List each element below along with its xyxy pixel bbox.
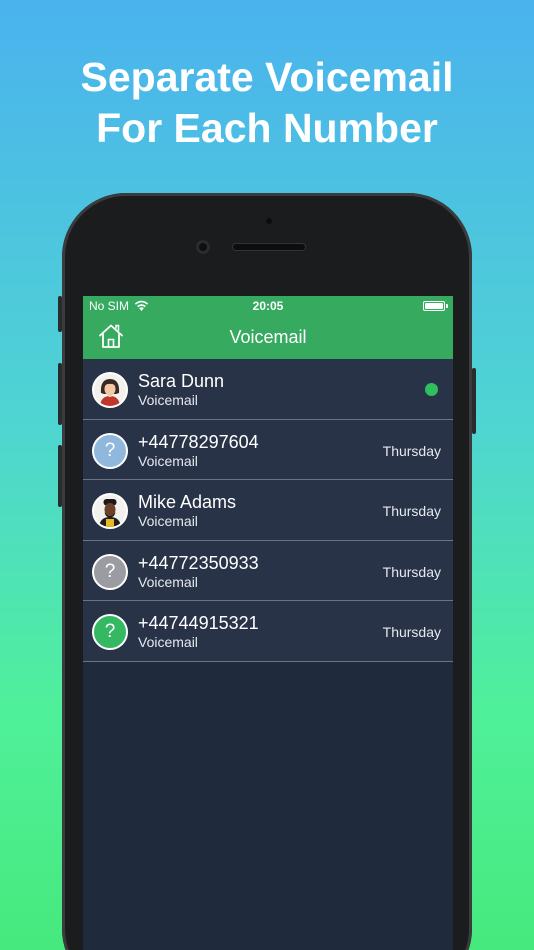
headline-line-1: Separate Voicemail bbox=[80, 54, 454, 100]
front-camera bbox=[196, 240, 210, 254]
voicemail-subtitle: Voicemail bbox=[138, 452, 198, 469]
caller-name: Mike Adams bbox=[138, 492, 237, 512]
voicemail-subtitle: Voicemail bbox=[138, 513, 198, 529]
man-avatar bbox=[92, 493, 128, 529]
volume-down-button bbox=[58, 445, 62, 507]
battery-icon bbox=[423, 301, 448, 311]
unknown-caller-icon: ? bbox=[92, 553, 128, 590]
caller-name: Sara Dunn bbox=[138, 371, 225, 391]
voicemail-time: Thursday bbox=[382, 563, 441, 580]
voicemail-time: Thursday bbox=[382, 503, 441, 519]
proximity-sensor bbox=[266, 218, 272, 224]
voicemail-row[interactable]: Sara Dunn Voicemail bbox=[83, 359, 453, 420]
mute-switch bbox=[58, 296, 62, 332]
caller-number: +44778297604 bbox=[138, 431, 259, 452]
promo-headline: Separate Voicemail For Each Number bbox=[0, 52, 534, 154]
voicemail-row[interactable]: ? +44744915321 Voicemail Thursday bbox=[83, 601, 453, 662]
unknown-caller-icon: ? bbox=[92, 614, 128, 650]
voicemail-subtitle: Voicemail bbox=[138, 573, 198, 590]
earpiece-speaker bbox=[233, 244, 305, 250]
status-time: 20:05 bbox=[252, 299, 284, 313]
caller-number: +44772350933 bbox=[138, 552, 259, 573]
voicemail-time: Thursday bbox=[382, 442, 441, 459]
nav-bar: Voicemail bbox=[83, 316, 453, 359]
volume-up-button bbox=[58, 363, 62, 425]
voicemail-row[interactable]: Mike Adams Voicemail Thursday bbox=[83, 480, 453, 541]
unknown-caller-icon: ? bbox=[92, 432, 128, 469]
headline-line-2: For Each Number bbox=[96, 105, 438, 151]
phone-screen: No SIM 20:05 Voicemail Sara Dunn Voicema… bbox=[83, 296, 453, 950]
nav-title: Voicemail bbox=[229, 327, 307, 347]
voicemail-subtitle: Voicemail bbox=[138, 634, 198, 650]
woman-avatar bbox=[92, 372, 128, 408]
voicemail-row[interactable]: ? +44772350933 Voicemail Thursday bbox=[83, 540, 453, 601]
voicemail-list: Sara Dunn Voicemail ? +44778297604 Voice… bbox=[83, 359, 453, 662]
voicemail-subtitle: Voicemail bbox=[138, 392, 198, 408]
power-button bbox=[472, 368, 476, 434]
unread-indicator bbox=[425, 383, 438, 396]
voicemail-time: Thursday bbox=[382, 624, 441, 640]
question-mark-icon: ? bbox=[104, 621, 116, 642]
question-mark-icon: ? bbox=[104, 560, 116, 582]
status-bar: No SIM 20:05 bbox=[83, 296, 453, 316]
voicemail-row[interactable]: ? +44778297604 Voicemail Thursday bbox=[83, 419, 453, 480]
question-mark-icon: ? bbox=[104, 439, 116, 461]
caller-number: +44744915321 bbox=[138, 613, 259, 633]
